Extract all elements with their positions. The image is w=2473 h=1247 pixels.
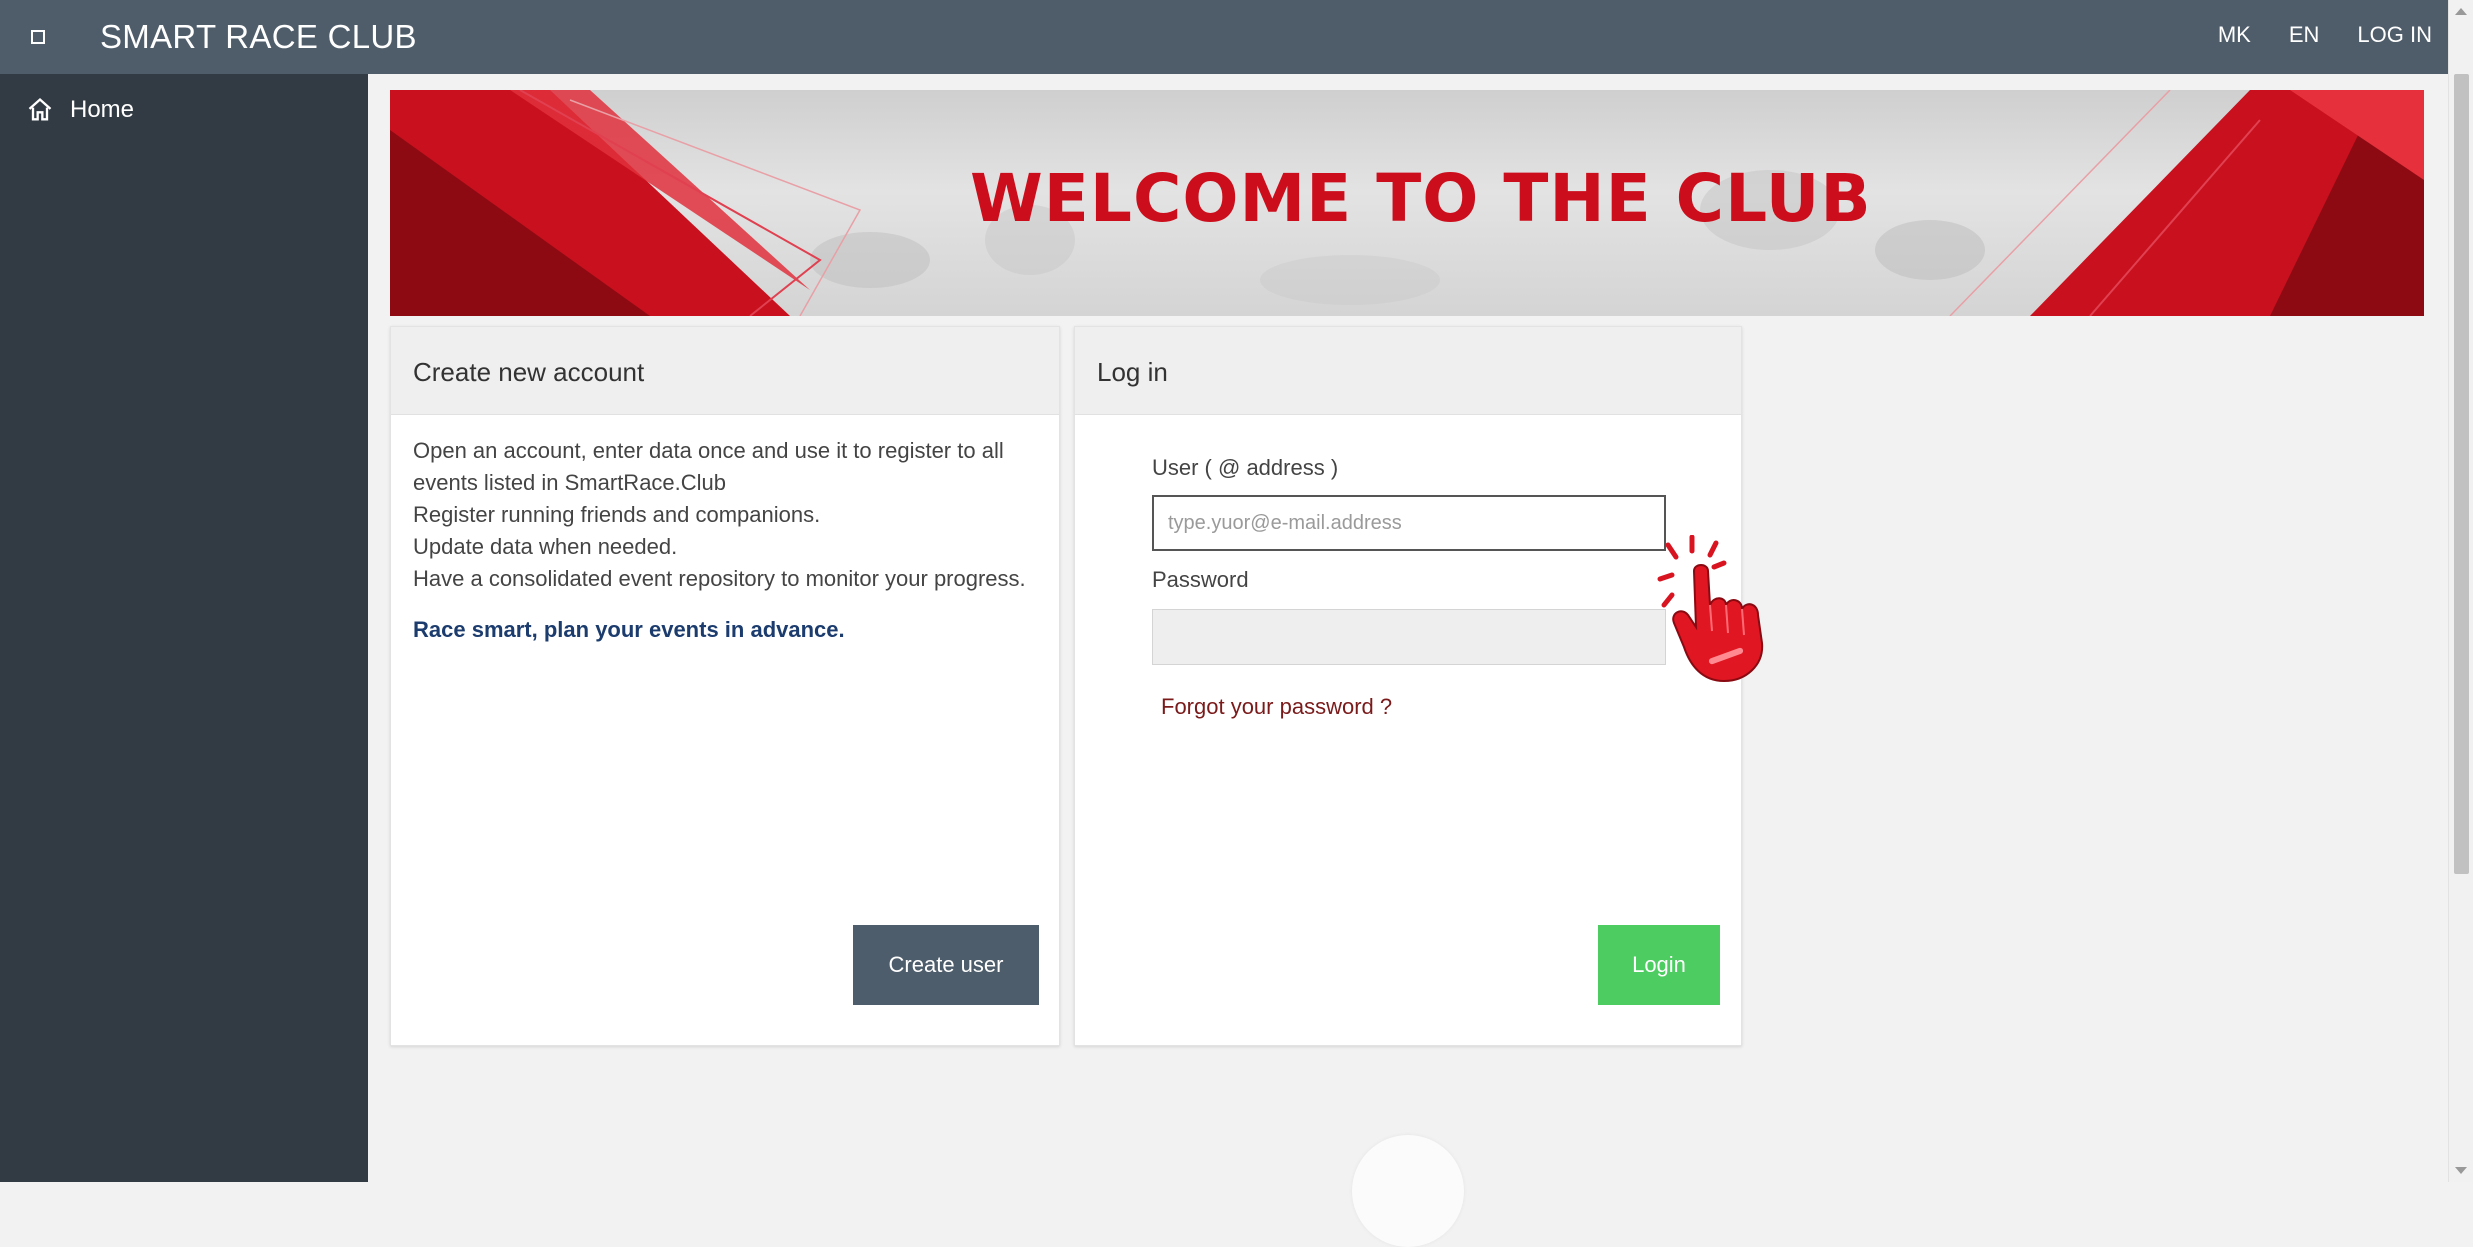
bottom-floating-circle: [1352, 1135, 1464, 1247]
description-line: Update data when needed.: [413, 534, 678, 559]
scroll-up-arrow-icon[interactable]: [2455, 8, 2467, 15]
home-icon: [28, 97, 52, 121]
login-button[interactable]: Login: [1598, 925, 1720, 1005]
scroll-down-arrow-icon[interactable]: [2455, 1167, 2467, 1174]
create-account-heading: Create new account: [391, 327, 1059, 415]
lang-en-link[interactable]: EN: [2289, 22, 2320, 48]
description-line: Register running friends and companions.: [413, 502, 821, 527]
welcome-banner: WELCOME TO THE CLUB: [390, 90, 2424, 316]
menu-toggle-button[interactable]: [18, 22, 58, 52]
description-line: Open an account, enter data once and use…: [413, 438, 1004, 495]
page-scrollbar[interactable]: [2448, 0, 2473, 1182]
login-heading: Log in: [1075, 327, 1741, 415]
sidebar: Home: [0, 74, 368, 1182]
create-account-description: Open an account, enter data once and use…: [413, 435, 1037, 595]
sidebar-item-label: Home: [70, 96, 135, 123]
banner-title: WELCOME TO THE CLUB: [970, 160, 1872, 237]
description-line: Have a consolidated event repository to …: [413, 566, 1026, 591]
menu-toggle-icon: [31, 30, 45, 44]
slogan-text: Race smart, plan your events in advance.: [413, 617, 845, 642]
create-account-card: Create new account Open an account, ente…: [390, 326, 1060, 1046]
user-email-input[interactable]: [1152, 495, 1666, 551]
tap-hand-icon: [1657, 535, 1764, 683]
login-nav-link[interactable]: LOG IN: [2357, 22, 2432, 48]
user-email-label: User ( @ address ): [1152, 455, 1339, 480]
top-nav: MK EN LOG IN: [2218, 22, 2432, 48]
create-user-button[interactable]: Create user: [853, 925, 1039, 1005]
brand-title[interactable]: SMART RACE CLUB: [100, 18, 417, 56]
lang-mk-link[interactable]: MK: [2218, 22, 2251, 48]
login-card: Log in User ( @ address ) Password Forgo…: [1074, 326, 1742, 1046]
sidebar-item-home[interactable]: Home: [26, 96, 134, 124]
scrollbar-thumb[interactable]: [2454, 74, 2469, 874]
password-input[interactable]: [1152, 609, 1666, 665]
top-bar: SMART RACE CLUB MK EN LOG IN: [0, 0, 2448, 74]
forgot-password-link[interactable]: Forgot your password ?: [1161, 694, 1392, 720]
password-label: Password: [1152, 567, 1249, 592]
